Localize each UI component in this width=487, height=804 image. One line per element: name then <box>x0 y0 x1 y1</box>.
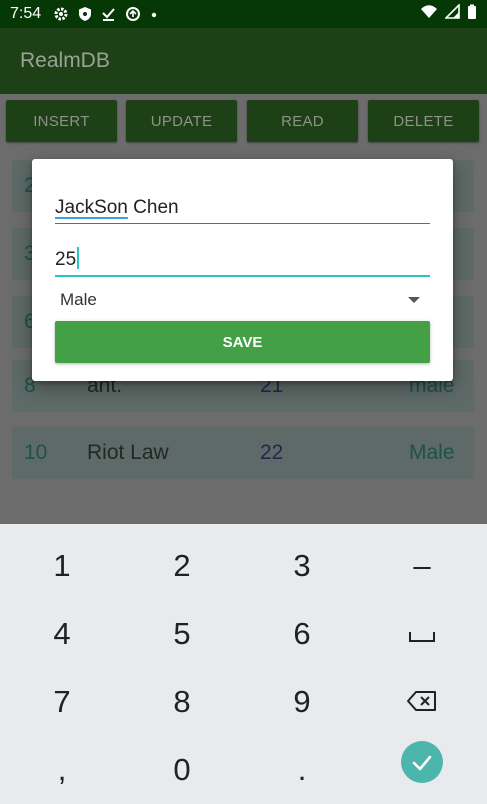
key-0[interactable]: 0 <box>122 736 242 804</box>
update-button[interactable]: UPDATE <box>126 100 237 142</box>
read-button[interactable]: READ <box>247 100 358 142</box>
edit-dialog: JackSon Chen 25 Male SAVE <box>32 159 453 381</box>
signal-icon <box>444 2 460 25</box>
backspace-icon <box>406 684 438 720</box>
row-gender: Male <box>409 441 455 464</box>
data-saver-icon <box>125 6 141 22</box>
battery-icon <box>467 4 477 25</box>
numeric-keyboard: 1 2 3 – 4 5 6 7 8 9 , 0 . <box>0 524 487 804</box>
space-icon <box>408 616 436 652</box>
key-2[interactable]: 2 <box>122 532 242 600</box>
wifi-icon <box>420 4 438 25</box>
shield-icon <box>78 6 92 22</box>
name-input[interactable]: JackSon Chen <box>55 195 430 224</box>
key-8[interactable]: 8 <box>122 668 242 736</box>
key-period[interactable]: . <box>242 736 362 804</box>
gender-selected: Male <box>60 290 97 309</box>
age-input[interactable]: 25 <box>55 247 430 277</box>
age-input-value: 25 <box>55 247 80 271</box>
delete-button[interactable]: DELETE <box>368 100 479 142</box>
check-icon <box>411 744 433 780</box>
key-7[interactable]: 7 <box>2 668 122 736</box>
name-rest: Chen <box>127 197 179 218</box>
dropdown-arrow-icon <box>408 297 420 303</box>
text-cursor <box>77 247 80 269</box>
download-done-icon <box>101 6 116 22</box>
app-title: RealmDB <box>20 49 110 72</box>
name-first-word: JackSon <box>55 197 128 218</box>
key-space[interactable] <box>362 600 482 668</box>
status-bar: 7:54 <box>0 0 487 28</box>
key-9[interactable]: 9 <box>242 668 362 736</box>
key-comma[interactable]: , <box>2 736 122 804</box>
key-6[interactable]: 6 <box>242 600 362 668</box>
status-time: 7:54 <box>10 5 42 22</box>
name-input-value: JackSon Chen <box>55 197 179 219</box>
age-value: 25 <box>55 249 77 270</box>
list-item[interactable]: 10 Riot Law 22 Male <box>12 427 474 479</box>
key-3[interactable]: 3 <box>242 532 362 600</box>
app-bar: RealmDB <box>0 28 487 94</box>
gender-dropdown[interactable]: Male <box>60 287 426 313</box>
key-minus[interactable]: – <box>362 532 482 600</box>
key-5[interactable]: 5 <box>122 600 242 668</box>
save-button[interactable]: SAVE <box>55 321 430 363</box>
key-done[interactable] <box>362 728 482 796</box>
insert-button[interactable]: INSERT <box>6 100 117 142</box>
row-id: 10 <box>24 441 48 464</box>
key-4[interactable]: 4 <box>2 600 122 668</box>
row-name: Riot Law <box>87 441 169 464</box>
key-1[interactable]: 1 <box>2 532 122 600</box>
key-backspace[interactable] <box>362 668 482 736</box>
row-age: 22 <box>260 441 284 464</box>
dot-icon <box>150 6 158 22</box>
done-circle <box>401 741 443 783</box>
gear-icon <box>53 6 69 22</box>
